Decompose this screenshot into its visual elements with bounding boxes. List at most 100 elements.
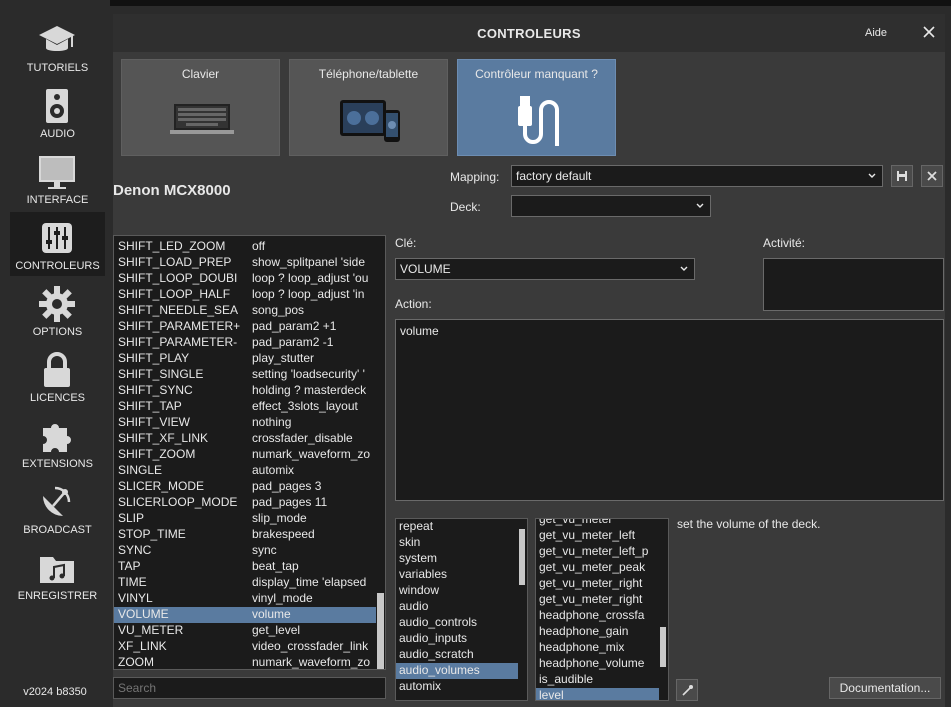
- tile-keyboard[interactable]: Clavier: [121, 59, 280, 156]
- sliders-icon: [42, 223, 72, 253]
- category-item[interactable]: audio_controls: [396, 615, 518, 631]
- verb-item[interactable]: get_vu_meter: [536, 519, 659, 528]
- sidebar-item-controleurs[interactable]: CONTROLEURS: [10, 212, 105, 276]
- verb-item[interactable]: level: [536, 688, 659, 700]
- scrollbar-thumb[interactable]: [377, 593, 384, 669]
- key-row[interactable]: SHIFT_LOOP_DOUBI loop ? loop_adjust 'ou: [114, 271, 376, 287]
- sidebar-item-enregistrer[interactable]: ENREGISTRER: [10, 542, 105, 606]
- sidebar-item-tutoriels[interactable]: TUTORIELS: [10, 14, 105, 78]
- key-action: nothing: [252, 415, 292, 429]
- key-row[interactable]: SHIFT_LOOP_HALF loop ? loop_adjust 'in: [114, 287, 376, 303]
- verb-list[interactable]: get_vu_meter get_vu_meter_left get_vu_mete…: [535, 518, 669, 701]
- category-item[interactable]: system: [396, 551, 518, 567]
- category-item[interactable]: audio: [396, 599, 518, 615]
- key-row[interactable]: SINGLE automix: [114, 463, 376, 479]
- key-name: TIME: [118, 575, 147, 589]
- key-row[interactable]: SHIFT_SYNC holding ? masterdeck: [114, 383, 376, 399]
- key-name: SHIFT_PARAMETER+: [118, 319, 241, 333]
- monitor-icon: [39, 156, 75, 189]
- key-action: brakespeed: [252, 527, 315, 541]
- verb-item[interactable]: headphone_gain: [536, 624, 659, 640]
- key-row[interactable]: SHIFT_TAP effect_3slots_layout: [114, 399, 376, 415]
- key-action: pad_pages 3: [252, 479, 322, 493]
- verb-item[interactable]: get_vu_meter_left_p: [536, 544, 659, 560]
- category-item[interactable]: audio_scratch: [396, 647, 518, 663]
- key-name: SYNC: [118, 543, 152, 557]
- key-row[interactable]: STOP_TIME brakespeed: [114, 527, 376, 543]
- scrollbar-thumb[interactable]: [519, 529, 525, 585]
- title-bar: CONTROLEURS Aide: [113, 14, 945, 52]
- pick-verb-button[interactable]: [676, 679, 698, 701]
- music-folder-icon: [40, 557, 74, 583]
- key-row[interactable]: TAP beat_tap: [114, 559, 376, 575]
- verb-item[interactable]: get_vu_meter_left: [536, 528, 659, 544]
- tile-missing-controller[interactable]: Contrôleur manquant ?: [457, 59, 616, 156]
- key-row[interactable]: SHIFT_LED_ZOOM off: [114, 239, 376, 255]
- verb-item[interactable]: headphone_crossfa: [536, 608, 659, 624]
- category-item[interactable]: repeat: [396, 519, 518, 535]
- key-row[interactable]: SHIFT_VIEW nothing: [114, 415, 376, 431]
- verb-item[interactable]: headphone_volume: [536, 656, 659, 672]
- key-row[interactable]: SHIFT_ZOOM numark_waveform_zo: [114, 447, 376, 463]
- key-row[interactable]: SHIFT_PARAMETER-pad_param2 -1: [114, 335, 376, 351]
- tile-label: Clavier: [181, 67, 220, 81]
- key-row[interactable]: SHIFT_XF_LINK crossfader_disable: [114, 431, 376, 447]
- category-item[interactable]: automix: [396, 679, 518, 695]
- key-list[interactable]: SHIFT_LED_ZOOM off SHIFT_LOAD_PREP show_spl…: [113, 235, 386, 670]
- mapping-select[interactable]: factory default: [511, 165, 883, 187]
- key-row[interactable]: TIME display_time 'elapsed: [114, 575, 376, 591]
- verb-scrollbar[interactable]: [659, 519, 667, 700]
- speaker-icon: [46, 89, 68, 123]
- key-select[interactable]: VOLUME: [395, 258, 695, 280]
- search-input[interactable]: [113, 677, 386, 699]
- category-item[interactable]: audio_volumes: [396, 663, 518, 679]
- key-row[interactable]: SYNC sync: [114, 543, 376, 559]
- key-row[interactable]: VU_METER get_level: [114, 623, 376, 639]
- verb-item[interactable]: get_vu_meter_right: [536, 576, 659, 592]
- key-action: video_crossfader_link: [252, 639, 369, 653]
- key-action: holding ? masterdeck: [252, 383, 367, 397]
- category-item[interactable]: audio_inputs: [396, 631, 518, 647]
- key-row[interactable]: SHIFT_SINGLE setting 'loadsecurity' ': [114, 367, 376, 383]
- key-row[interactable]: SLIP slip_mode: [114, 511, 376, 527]
- tile-phone-tablet[interactable]: Téléphone/tablette: [289, 59, 448, 156]
- delete-mapping-button[interactable]: [921, 165, 943, 187]
- key-row[interactable]: SHIFT_PLAY play_stutter: [114, 351, 376, 367]
- verb-item[interactable]: get_vu_meter_right: [536, 592, 659, 608]
- category-list[interactable]: repeat skin system variables window audio audi…: [395, 518, 528, 701]
- key-row[interactable]: ZOOM numark_waveform_zo: [114, 655, 376, 669]
- key-row[interactable]: SHIFT_NEEDLE_SEA song_pos: [114, 303, 376, 319]
- key-row[interactable]: SLICER_MODE pad_pages 3: [114, 479, 376, 495]
- save-mapping-button[interactable]: [891, 165, 913, 187]
- key-row[interactable]: SLICERLOOP_MODE pad_pages 11: [114, 495, 376, 511]
- sidebar-item-label: ENREGISTRER: [17, 590, 98, 602]
- key-row[interactable]: XF_LINK video_crossfader_link: [114, 639, 376, 655]
- key-row[interactable]: SHIFT_LOAD_PREP show_splitpanel 'side: [114, 255, 376, 271]
- sidebar-item-extensions[interactable]: EXTENSIONS: [10, 410, 105, 474]
- sidebar-item-label: OPTIONS: [32, 326, 83, 338]
- verb-item[interactable]: headphone_mix: [536, 640, 659, 656]
- category-scrollbar[interactable]: [518, 519, 526, 700]
- sidebar-item-interface[interactable]: INTERFACE: [10, 146, 105, 210]
- key-row[interactable]: VOLUME volume: [114, 607, 376, 623]
- deck-select[interactable]: [511, 195, 711, 217]
- category-item[interactable]: window: [396, 583, 518, 599]
- sidebar-item-options[interactable]: OPTIONS: [10, 278, 105, 342]
- key-row[interactable]: SHIFT_PARAMETER+ pad_param2 +1: [114, 319, 376, 335]
- sidebar-item-audio[interactable]: AUDIO: [10, 80, 105, 144]
- sidebar-item-licences[interactable]: LICENCES: [10, 344, 105, 408]
- category-item[interactable]: variables: [396, 567, 518, 583]
- help-link[interactable]: Aide: [865, 27, 887, 39]
- verb-item[interactable]: is_audible: [536, 672, 659, 688]
- key-row[interactable]: VINYL vinyl_mode: [114, 591, 376, 607]
- key-name: SHIFT_XF_LINK: [118, 431, 209, 445]
- close-icon[interactable]: [919, 22, 939, 42]
- scrollbar-thumb[interactable]: [660, 627, 666, 667]
- key-list-scrollbar[interactable]: [376, 236, 385, 669]
- sidebar-item-broadcast[interactable]: BROADCAST: [10, 476, 105, 540]
- action-editor[interactable]: volume: [395, 319, 944, 501]
- documentation-button[interactable]: Documentation...: [829, 677, 941, 699]
- verb-item[interactable]: get_vu_meter_peak: [536, 560, 659, 576]
- category-item[interactable]: skin: [396, 535, 518, 551]
- activity-box: [763, 258, 944, 311]
